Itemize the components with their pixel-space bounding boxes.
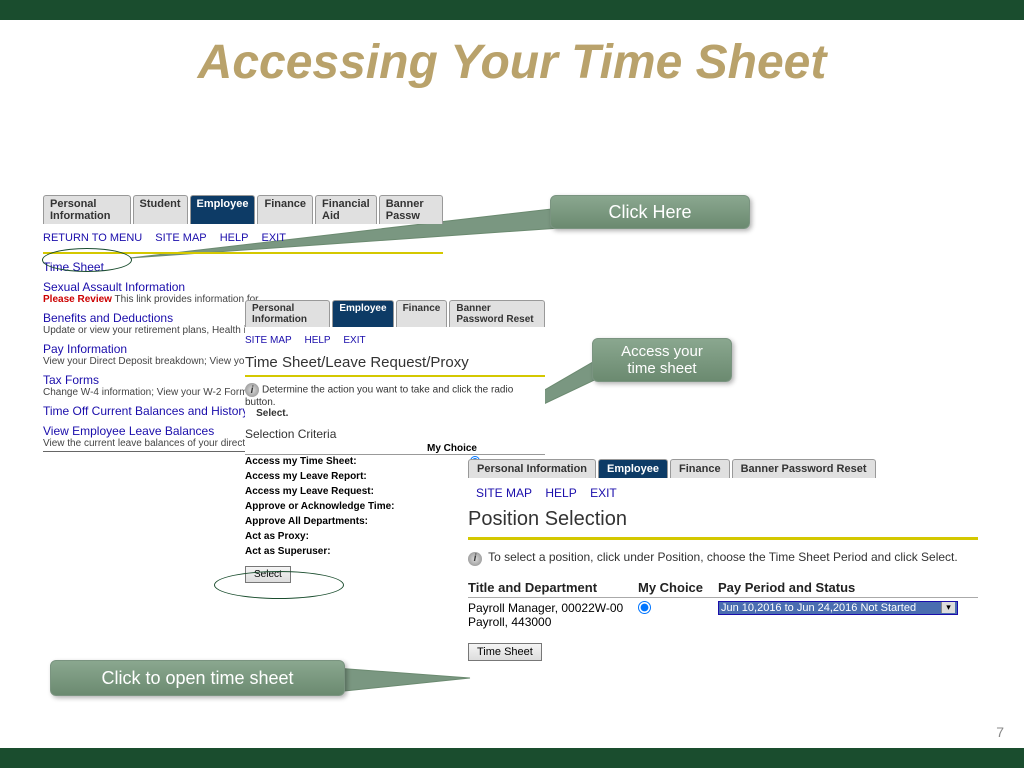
nav3-sitemap[interactable]: SITE MAP xyxy=(476,486,532,500)
panel-position-selection: Personal Information Employee Finance Ba… xyxy=(468,459,978,661)
nav-help[interactable]: HELP xyxy=(220,232,249,244)
callout-open-timesheet: Click to open time sheet xyxy=(50,660,345,696)
callout-click-here: Click Here xyxy=(550,195,750,229)
tab3-personal[interactable]: Personal Information xyxy=(468,459,596,478)
row-label: Approve All Departments: xyxy=(245,516,368,529)
bottom-border xyxy=(0,748,1024,768)
panel1-tabs: Personal Information Student Employee Fi… xyxy=(43,195,443,224)
top-border xyxy=(0,0,1024,20)
nav-return[interactable]: RETURN TO MENU xyxy=(43,232,142,244)
position-row: Payroll Manager, 00022W-00 Payroll, 4430… xyxy=(468,601,978,629)
row-title-dept: Payroll Manager, 00022W-00 Payroll, 4430… xyxy=(468,601,638,629)
row-label: Access my Leave Request: xyxy=(245,486,374,499)
info-bold: Select. xyxy=(256,408,288,419)
nav2-exit[interactable]: EXIT xyxy=(343,335,365,346)
row-label: Act as Proxy: xyxy=(245,531,309,544)
col-my-choice: My Choice xyxy=(638,580,718,595)
please-review: Please Review xyxy=(43,294,112,305)
tab3-banner[interactable]: Banner Password Reset xyxy=(732,459,876,478)
row-label: Access my Leave Report: xyxy=(245,471,367,484)
timesheet-button[interactable]: Time Sheet xyxy=(468,643,542,661)
section-label: Selection Criteria xyxy=(245,427,545,441)
chevron-down-icon: ▾ xyxy=(941,602,955,613)
panel3-info: i To select a position, click under Posi… xyxy=(468,550,978,566)
tab3-employee[interactable]: Employee xyxy=(598,459,668,478)
info3-text: To select a position, click under Positi… xyxy=(488,550,958,564)
row-label: Act as Superuser: xyxy=(245,546,331,559)
position-dept: Payroll, 443000 xyxy=(468,615,551,629)
panel3-tabs: Personal Information Employee Finance Ba… xyxy=(468,459,978,478)
panel3-nav: SITE MAP HELP EXIT xyxy=(476,486,978,500)
info-text: Determine the action you want to take an… xyxy=(245,385,513,409)
page-number: 7 xyxy=(996,724,1004,740)
tab2-finance[interactable]: Finance xyxy=(396,300,448,327)
tab-finance[interactable]: Finance xyxy=(257,195,313,224)
row-label: Approve or Acknowledge Time: xyxy=(245,501,394,514)
highlight-oval-select xyxy=(214,571,344,599)
tab3-finance[interactable]: Finance xyxy=(670,459,730,478)
tab2-banner[interactable]: Banner Password Reset xyxy=(449,300,545,327)
callout-pointer-4 xyxy=(335,668,470,692)
panel2-tabs: Personal Information Employee Finance Ba… xyxy=(245,300,545,327)
nav3-exit[interactable]: EXIT xyxy=(590,486,617,500)
radio-position[interactable] xyxy=(638,601,651,614)
tab2-personal[interactable]: Personal Information xyxy=(245,300,330,327)
nav2-sitemap[interactable]: SITE MAP xyxy=(245,335,292,346)
panel2-info: iDetermine the action you want to take a… xyxy=(245,383,545,419)
panel1-nav: RETURN TO MENU SITE MAP HELP EXIT xyxy=(43,232,443,244)
info-icon: i xyxy=(468,552,482,566)
panel3-col-headers: Title and Department My Choice Pay Perio… xyxy=(468,580,978,598)
panel3-heading: Position Selection xyxy=(468,508,978,531)
panel2-nav: SITE MAP HELP EXIT xyxy=(245,335,545,346)
slide-title: Accessing Your Time Sheet xyxy=(0,35,1024,90)
tab-banner-pw[interactable]: Banner Passw xyxy=(379,195,443,224)
nav-sitemap[interactable]: SITE MAP xyxy=(155,232,206,244)
position-title: Payroll Manager, 00022W-00 xyxy=(468,601,623,615)
tab-personal-info[interactable]: Personal Information xyxy=(43,195,131,224)
col-title-dept: Title and Department xyxy=(468,580,638,595)
tab-financial-aid[interactable]: Financial Aid xyxy=(315,195,377,224)
row-label: Access my Time Sheet: xyxy=(245,456,357,469)
nav-exit[interactable]: EXIT xyxy=(262,232,286,244)
panel2-heading: Time Sheet/Leave Request/Proxy xyxy=(245,354,545,371)
callout-access-timesheet: Access your time sheet xyxy=(592,338,732,382)
nav3-help[interactable]: HELP xyxy=(545,486,576,500)
tab-student[interactable]: Student xyxy=(133,195,188,224)
nav2-help[interactable]: HELP xyxy=(304,335,330,346)
link-sexual-assault[interactable]: Sexual Assault Information xyxy=(43,280,443,294)
divider xyxy=(468,537,978,540)
info-icon: i xyxy=(245,383,259,397)
dropdown-value: Jun 10,2016 to Jun 24,2016 Not Started xyxy=(721,602,916,614)
desc-text: This link provides information for xyxy=(115,294,259,305)
divider xyxy=(245,375,545,377)
col-pay-period: Pay Period and Status xyxy=(718,580,978,595)
pay-period-dropdown[interactable]: Jun 10,2016 to Jun 24,2016 Not Started ▾ xyxy=(718,601,958,615)
highlight-oval-timesheet xyxy=(42,248,132,272)
tab-employee[interactable]: Employee xyxy=(190,195,256,224)
col-header: My Choice xyxy=(245,443,545,455)
tab2-employee[interactable]: Employee xyxy=(332,300,393,327)
